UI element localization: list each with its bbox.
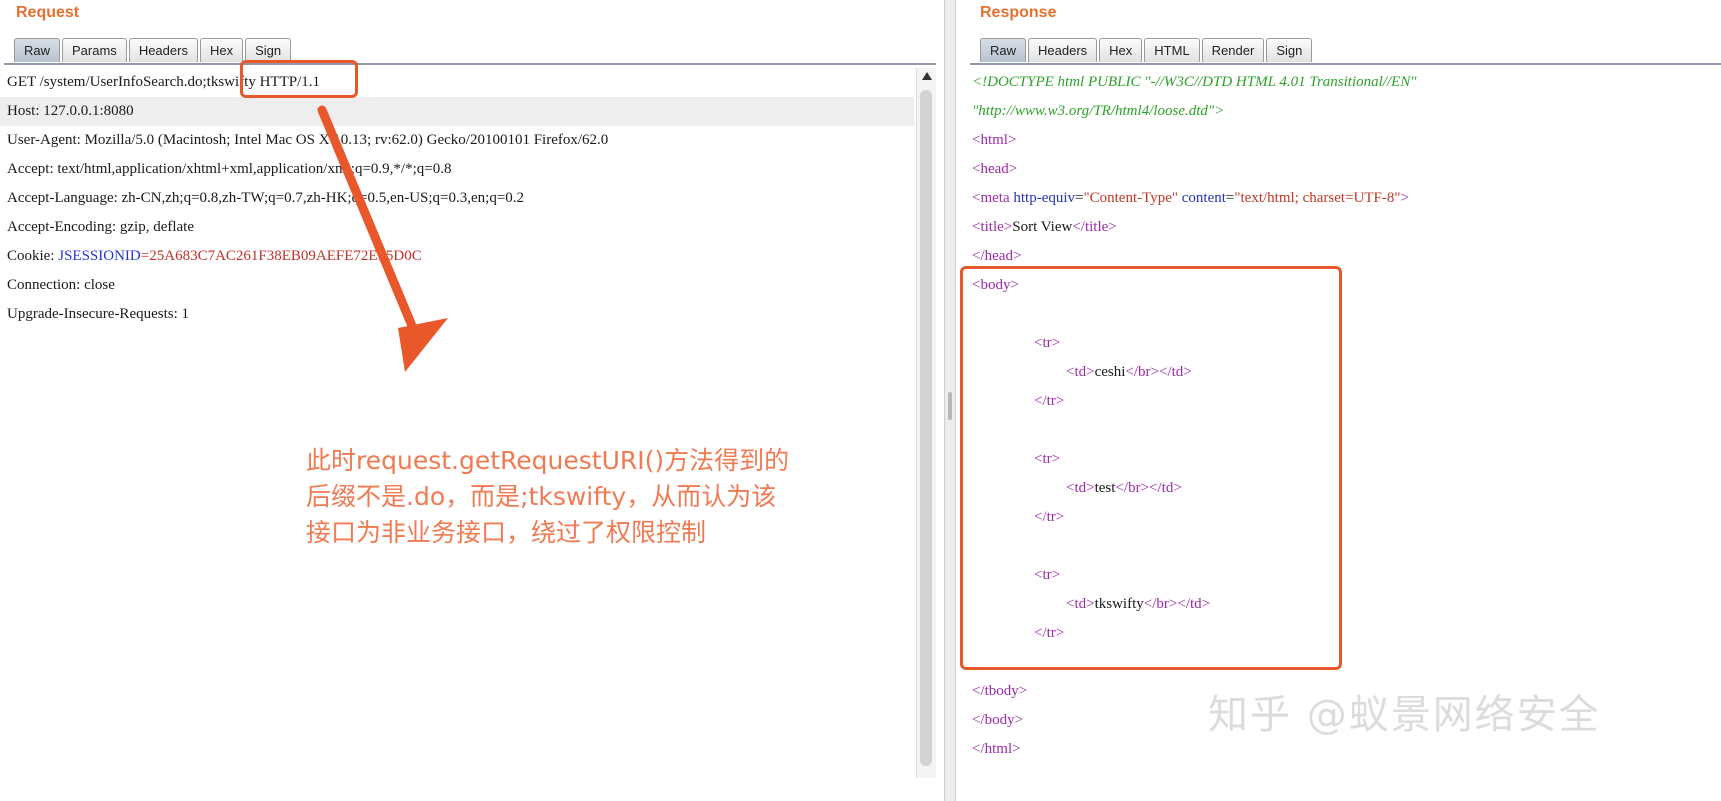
request-scrollbar[interactable] [916,68,936,778]
code-token: content [1178,190,1226,206]
annotation-line: 后缀不是.do，而是;tkswifty，从而认为该 [306,482,777,511]
annotation-line: 接口为非业务接口，绕过了权限控制 [306,518,707,547]
code-line: <head> [972,161,1018,177]
tab-raw[interactable]: Raw [980,38,1027,62]
request-header-accept: Accept: text/html,application/xhtml+xml,… [7,161,452,177]
pane-splitter[interactable] [944,0,956,801]
request-header-user-agent: User-Agent: Mozilla/5.0 (Macintosh; Inte… [7,132,609,148]
tab-render[interactable]: Render [1201,38,1265,62]
tab-html[interactable]: HTML [1144,38,1200,62]
request-header-accept-encoding: Accept-Encoding: gzip, deflate [7,219,195,235]
response-title: Response [980,4,1057,21]
request-header-accept-language: Accept-Language: zh-CN,zh;q=0.8,zh-TW;q=… [7,190,525,206]
code-token: "Content-Type" [1083,190,1179,206]
code-token: = [1075,190,1084,206]
meta-line: <meta http-equiv="Content-Type" content=… [972,184,1717,213]
cookie-value: 25A683C7AC261F38EB09AEFE72EF5D0C [149,248,422,264]
tab-headers[interactable]: Headers [1028,38,1098,62]
doctype-line: <!DOCTYPE html PUBLIC "-//W3C//DTD HTML … [972,74,1417,90]
request-header-cookie: Cookie: JSESSIONID=25A683C7AC261F38EB09A… [0,242,914,271]
tab-raw[interactable]: Raw [14,38,61,62]
response-tabbar: Raw Headers Hex HTML Render Sign [980,38,1314,64]
code-token: <meta [972,190,1014,206]
response-pane: Response Raw Headers Hex HTML Render Sig… [956,0,1721,801]
request-header-host: Host: 127.0.0.1:8080 [0,97,914,126]
code-token: > [1400,190,1409,206]
response-tab-underline [970,63,1721,65]
doctype-line: "http://www.w3.org/TR/html4/loose.dtd"> [972,103,1225,119]
tab-sign[interactable]: Sign [245,38,292,62]
cookie-key: JSESSIONID [58,248,141,264]
scroll-up-arrow-icon[interactable] [922,72,932,80]
tab-hex[interactable]: Hex [199,38,244,62]
code-token: </title> [1072,219,1117,235]
highlight-box-response-body [960,266,1342,670]
code-token: <title> [972,219,1013,235]
code-line: <html> [972,132,1017,148]
tab-hex[interactable]: Hex [1099,38,1143,62]
annotation-line: 此时request.getRequestURI()方法得到的 [306,446,790,475]
request-pane: Request Raw Params Headers Hex Sign GET … [0,0,944,801]
request-scroll-thumb[interactable] [920,90,932,766]
tab-headers[interactable]: Headers [128,38,198,62]
cookie-eq: = [140,248,150,264]
request-header-connection: Connection: close [7,277,115,293]
request-line: GET /system/UserInfoSearch.do;tkswifty H… [7,74,321,90]
watermark: 知乎 @蚁景网络安全 [1208,692,1601,738]
cookie-label: Cookie: [7,248,59,264]
request-title: Request [16,4,80,21]
tab-sign[interactable]: Sign [1266,38,1313,62]
highlight-box-request-suffix [240,60,358,98]
code-token: http-equiv [1013,190,1076,206]
code-token: "text/html; charset=UTF-8" [1234,190,1401,206]
request-header-upgrade: Upgrade-Insecure-Requests: 1 [7,306,190,322]
request-editor[interactable]: GET /system/UserInfoSearch.do;tkswifty H… [0,68,914,329]
code-token: Sort View [1012,219,1073,235]
request-tab-underline [4,63,936,65]
annotation-text: 此时request.getRequestURI()方法得到的 后缀不是.do，而… [306,443,886,551]
title-line: <title>Sort View</title> [972,213,1717,242]
tab-params[interactable]: Params [62,38,127,62]
splitter-grip-icon[interactable] [948,392,952,420]
